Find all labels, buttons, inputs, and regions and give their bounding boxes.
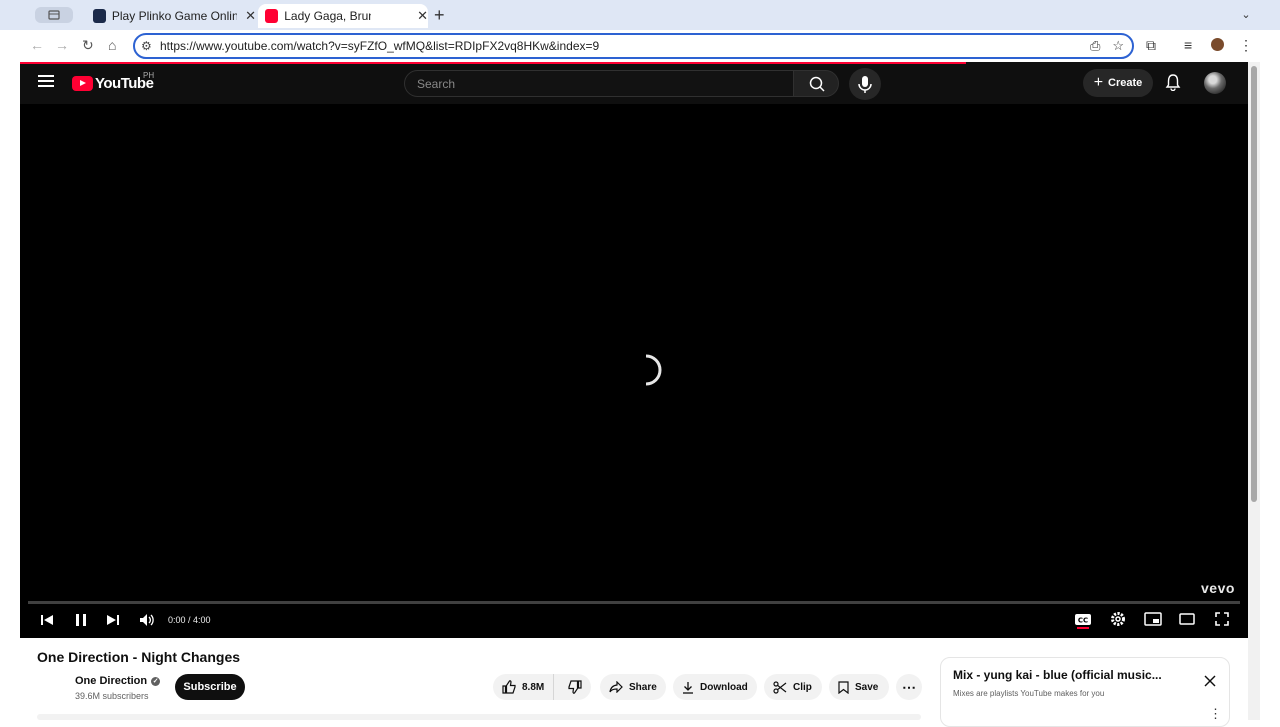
youtube-play-logo-icon — [72, 76, 93, 91]
video-title: One Direction - Night Changes — [37, 649, 241, 665]
more-horizontal-icon: ⋯ — [902, 678, 916, 695]
settings-gear-icon[interactable] — [1110, 611, 1126, 627]
mix-title[interactable]: Mix - yung kai - blue (official music... — [953, 668, 1162, 682]
search-icon — [809, 76, 825, 92]
description-box-edge — [37, 714, 921, 720]
miniplayer-icon[interactable] — [1144, 612, 1162, 626]
player-controls: 0:00 / 4:00 CC — [20, 604, 1248, 638]
fullscreen-icon[interactable] — [1215, 612, 1229, 626]
region-code: PH — [143, 71, 155, 80]
youtube-masthead: YouTube PH + Create — [20, 62, 1248, 104]
plus-icon: + — [1093, 74, 1104, 91]
guide-menu-icon[interactable] — [38, 75, 54, 87]
verified-check-icon: ✓ — [151, 676, 161, 686]
plinko-favicon-icon — [93, 9, 106, 23]
next-video-icon[interactable] — [106, 613, 120, 627]
previous-video-icon[interactable] — [40, 613, 54, 627]
clip-button[interactable]: Clip — [764, 674, 822, 700]
voice-search-button[interactable] — [849, 68, 881, 100]
subscribe-button[interactable]: Subscribe — [175, 674, 245, 700]
search-input[interactable] — [405, 71, 793, 96]
volume-icon[interactable] — [139, 613, 155, 627]
clip-label: Clip — [793, 681, 812, 693]
tab-youtube[interactable]: Lady Gaga, Bruno Mars - Die ✕ — [258, 4, 428, 28]
tab-title: Lady Gaga, Bruno Mars - Die — [284, 9, 371, 23]
microphone-icon — [858, 76, 872, 93]
close-panel-icon[interactable] — [1203, 674, 1217, 688]
window-left-margin — [0, 62, 20, 720]
loading-spinner-icon — [645, 354, 662, 386]
thumbs-down-icon — [568, 680, 582, 694]
more-actions-button[interactable]: ⋯ — [896, 674, 922, 700]
browser-toolbar: ← → ↻ ⌂ ⚙ https://www.youtube.com/watch?… — [0, 30, 1280, 62]
forward-arrow-icon[interactable]: → — [55, 37, 69, 53]
scrollbar-thumb[interactable] — [1251, 66, 1257, 502]
like-count: 8.8M — [522, 681, 545, 693]
share-arrow-icon — [609, 681, 623, 693]
like-button[interactable]: 8.8M — [493, 674, 555, 700]
scissors-clip-icon — [773, 680, 787, 694]
search-box — [404, 70, 794, 97]
download-button[interactable]: Download — [673, 674, 757, 700]
dislike-button[interactable] — [560, 680, 590, 694]
save-label: Save — [855, 681, 879, 693]
browser-menu-kebab-icon[interactable]: ⋮ — [1239, 37, 1253, 54]
address-bar[interactable]: ⚙ https://www.youtube.com/watch?v=syFZfO… — [133, 33, 1134, 59]
save-button[interactable]: Save — [829, 674, 889, 700]
svg-text:CC: CC — [1078, 617, 1088, 625]
create-label: Create — [1108, 77, 1143, 89]
bookmark-save-icon — [838, 680, 849, 694]
browser-tab-strip: Play Plinko Game Online for R ✕ Lady Gag… — [0, 0, 1280, 30]
reload-icon[interactable]: ↻ — [82, 37, 94, 54]
mix-playlist-panel: Mix - yung kai - blue (official music...… — [940, 657, 1230, 727]
captions-cc-icon[interactable]: CC — [1074, 611, 1092, 629]
channel-name-text: One Direction — [75, 675, 148, 687]
profile-avatar-icon[interactable] — [1211, 38, 1224, 51]
youtube-logo[interactable]: YouTube PH — [72, 71, 154, 92]
extensions-puzzle-icon[interactable]: ⧉ — [1146, 37, 1156, 54]
vevo-watermark: vevo — [1201, 580, 1235, 596]
watch-metadata: One Direction - Night Changes One Direct… — [20, 638, 1248, 727]
create-button[interactable]: + Create — [1083, 69, 1153, 97]
like-dislike-group: 8.8M — [493, 674, 591, 700]
time-display: 0:00 / 4:00 — [168, 615, 211, 625]
back-arrow-icon[interactable]: ← — [30, 37, 44, 53]
theater-mode-icon[interactable] — [1179, 613, 1195, 625]
subscriber-count: 39.6M subscribers — [75, 691, 149, 701]
tab-search-chevron-icon[interactable]: ⌄ — [1237, 6, 1255, 24]
new-tab-plus-icon[interactable]: + — [434, 5, 445, 26]
search-button[interactable] — [793, 70, 839, 97]
download-icon — [683, 681, 693, 694]
tab-close-icon[interactable]: ✕ — [245, 8, 256, 24]
install-app-icon[interactable]: ⎙ — [1090, 38, 1100, 54]
address-url[interactable]: https://www.youtube.com/watch?v=syFZfO_w… — [160, 39, 599, 53]
notifications-bell-icon[interactable] — [1165, 74, 1181, 96]
window-right-margin — [1260, 30, 1280, 720]
download-label: Download — [700, 681, 748, 693]
tab-title: Play Plinko Game Online for R — [111, 9, 238, 23]
page-loading-bar — [20, 62, 966, 64]
mix-subtitle: Mixes are playlists YouTube makes for yo… — [953, 689, 1105, 698]
tab-group-icon[interactable] — [35, 7, 73, 23]
media-controls-icon[interactable]: ≡ — [1184, 37, 1192, 53]
site-info-icon[interactable]: ⚙ — [141, 39, 152, 53]
tab-close-icon[interactable]: ✕ — [417, 8, 428, 24]
share-label: Share — [629, 681, 657, 693]
home-icon[interactable]: ⌂ — [108, 37, 116, 53]
youtube-page: YouTube PH + Create vevo 0:00 / 4:00 CC — [20, 62, 1248, 720]
channel-name[interactable]: One Direction ✓ — [75, 675, 161, 687]
thumbs-up-icon — [502, 680, 516, 694]
tab-plinko[interactable]: Play Plinko Game Online for R ✕ — [86, 4, 256, 28]
share-button[interactable]: Share — [600, 674, 666, 700]
pause-icon[interactable] — [74, 613, 88, 627]
youtube-favicon-icon — [265, 9, 279, 23]
account-avatar[interactable] — [1204, 72, 1226, 94]
bookmark-star-icon[interactable]: ☆ — [1112, 38, 1124, 54]
page-scrollbar[interactable] — [1248, 62, 1260, 720]
